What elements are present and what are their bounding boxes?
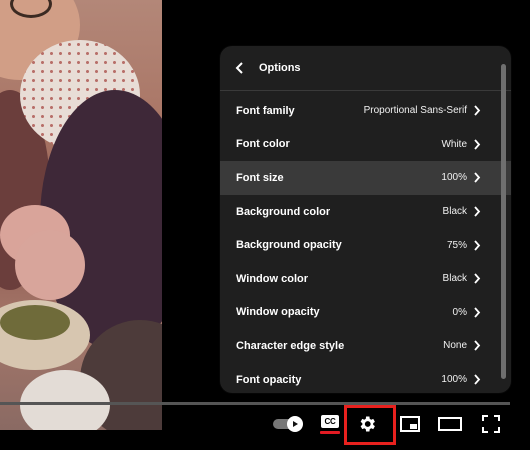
fullscreen-icon xyxy=(482,415,500,433)
option-label: Font color xyxy=(236,138,290,151)
settings-button[interactable] xyxy=(344,405,396,445)
player-controls: CC xyxy=(0,405,530,445)
option-font-color[interactable]: Font color White xyxy=(220,128,511,162)
autoplay-toggle-icon xyxy=(273,416,303,432)
option-font-family[interactable]: Font family Proportional Sans-Serif xyxy=(220,94,511,128)
chevron-right-icon xyxy=(473,273,483,285)
cc-icon: CC xyxy=(321,414,339,428)
option-font-size[interactable]: Font size 100% xyxy=(220,161,511,195)
option-label: Character edge style xyxy=(236,339,345,352)
chevron-right-icon xyxy=(473,172,483,184)
option-window-color[interactable]: Window color Black xyxy=(220,262,511,296)
progress-bar[interactable] xyxy=(0,402,510,405)
chevron-right-icon xyxy=(473,340,483,352)
chevron-right-icon xyxy=(473,374,483,386)
photo-food xyxy=(0,305,70,340)
option-character-edge-style[interactable]: Character edge style None xyxy=(220,329,511,363)
photo-hand xyxy=(15,230,85,300)
option-background-color[interactable]: Background color Black xyxy=(220,195,511,229)
subtitle-options-panel: Options Font family Proportional Sans-Se… xyxy=(220,46,511,393)
theater-mode-icon xyxy=(438,417,462,431)
option-label: Window opacity xyxy=(236,306,320,319)
chevron-left-icon xyxy=(235,62,243,74)
chevron-right-icon xyxy=(473,239,483,251)
option-window-opacity[interactable]: Window opacity 0% xyxy=(220,296,511,330)
option-value: Black xyxy=(442,273,467,285)
option-label: Font family xyxy=(236,104,295,117)
option-value: None xyxy=(443,340,467,352)
option-label: Background color xyxy=(236,205,331,218)
option-value: White xyxy=(441,138,467,150)
chevron-right-icon xyxy=(473,306,483,318)
option-value: 75% xyxy=(446,239,467,251)
option-label: Background opacity xyxy=(236,239,342,252)
gear-icon xyxy=(360,416,375,432)
option-font-opacity[interactable]: Font opacity 100% xyxy=(220,363,511,393)
option-label: Font size xyxy=(236,171,284,184)
options-list: Font family Proportional Sans-Serif Font… xyxy=(220,91,511,393)
autoplay-toggle[interactable] xyxy=(271,410,303,438)
miniplayer-icon xyxy=(400,416,420,432)
option-label: Window color xyxy=(236,272,309,285)
option-value: 100% xyxy=(441,172,467,184)
panel-scrollbar[interactable] xyxy=(501,64,506,379)
option-background-opacity[interactable]: Background opacity 75% xyxy=(220,228,511,262)
back-button[interactable] xyxy=(220,46,260,90)
option-label: Font opacity xyxy=(236,373,302,386)
theater-mode-button[interactable] xyxy=(437,410,463,438)
chevron-right-icon xyxy=(473,206,483,218)
chevron-right-icon xyxy=(473,138,483,150)
cc-active-indicator xyxy=(320,430,340,434)
option-value: Proportional Sans-Serif xyxy=(363,105,467,117)
chevron-right-icon xyxy=(473,105,483,117)
video-frame xyxy=(0,0,162,430)
subtitles-button[interactable]: CC xyxy=(318,410,342,438)
option-value: 0% xyxy=(452,306,467,318)
miniplayer-button[interactable] xyxy=(399,410,421,438)
panel-header: Options xyxy=(220,46,511,91)
panel-title: Options xyxy=(259,62,301,74)
fullscreen-button[interactable] xyxy=(480,410,502,438)
option-value: 100% xyxy=(441,374,467,386)
option-value: Black xyxy=(442,206,467,218)
